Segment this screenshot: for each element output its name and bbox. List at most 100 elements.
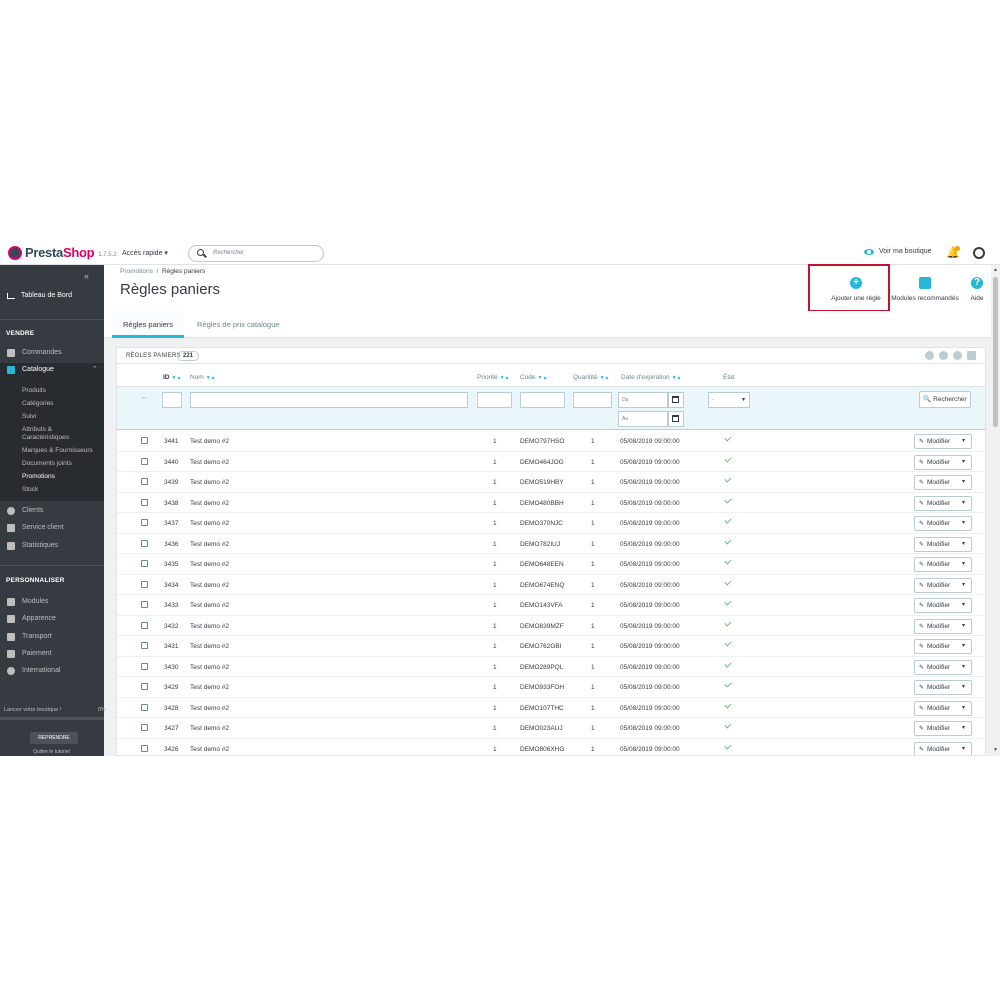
check-icon[interactable] [724, 659, 732, 668]
submenu-categories[interactable]: Catégories [22, 400, 53, 408]
check-icon[interactable] [724, 536, 732, 545]
row-checkbox[interactable] [141, 744, 148, 752]
edit-button[interactable]: ✎ Modifier ▾ [914, 680, 972, 695]
sql-query-icon[interactable] [953, 351, 962, 360]
view-shop-link[interactable]: Voir ma boutique [864, 248, 932, 255]
row-checkbox[interactable] [141, 498, 148, 506]
edit-button[interactable]: ✎ Modifier ▾ [914, 700, 972, 716]
table-row[interactable]: 3427 Test demo #2 1 DEMO023AUJ 1 05/08/2019 0… [117, 718, 985, 739]
table-row[interactable]: 3431 Test demo #2 1 DEMO762GBI 1 05/08/2019 0… [117, 636, 985, 657]
quit-tutorial-link[interactable]: Quitter le tutoriel [33, 749, 70, 755]
caret-down-icon[interactable]: ▾ [962, 499, 965, 506]
table-row[interactable]: 3429 Test demo #2 1 DEMO933FOH 1 05/08/2019 0… [117, 677, 985, 698]
table-row[interactable]: 3430 Test demo #2 1 DEMO289PQL 1 05/08/2019 0… [117, 657, 985, 677]
table-row[interactable]: 3437 Test demo #2 1 DEMO370NJC 1 05/08/2019 0… [117, 513, 985, 534]
filter-name-input[interactable] [190, 392, 468, 408]
sidebar-item-catalog[interactable]: Catalogue ⌃ [0, 363, 104, 377]
table-row[interactable]: 3436 Test demo #2 1 DEMO782IUJ 1 05/08/2019 0… [117, 534, 985, 554]
table-row[interactable]: 3439 Test demo #2 1 DEMO519HBY 1 05/08/2019 0… [117, 472, 985, 493]
filter-status-select[interactable]: - ▾ [708, 392, 750, 408]
table-row[interactable]: 3432 Test demo #2 1 DEMO839MZF 1 05/08/2019 0… [117, 616, 985, 636]
sidebar-item-orders[interactable]: Commandes [0, 346, 104, 360]
column-header-name[interactable]: Nom ▼▲ [190, 374, 216, 381]
table-row[interactable]: 3441 Test demo #2 1 DEMO797HSO 1 05/08/2019 0… [117, 431, 985, 452]
calendar-icon[interactable] [668, 411, 684, 427]
check-icon[interactable] [724, 577, 732, 586]
caret-down-icon[interactable]: ▾ [962, 663, 965, 670]
caret-down-icon[interactable]: ▾ [962, 601, 965, 608]
submenu-products[interactable]: Produits [22, 387, 46, 395]
submenu-attachments[interactable]: Documents joints [22, 460, 72, 468]
check-icon[interactable] [724, 598, 732, 606]
check-icon[interactable] [724, 434, 732, 442]
scrollbar-thumb[interactable] [993, 277, 998, 427]
check-icon[interactable] [724, 700, 732, 709]
breadcrumb-parent[interactable]: Promotions [120, 268, 153, 275]
caret-down-icon[interactable]: ▾ [962, 519, 965, 526]
edit-button[interactable]: ✎ Modifier ▾ [914, 475, 972, 490]
table-row[interactable]: 3433 Test demo #2 1 DEMO143VFA 1 05/08/2019 0… [117, 595, 985, 616]
sidebar-item-international[interactable]: International [0, 664, 104, 678]
check-icon[interactable] [724, 639, 732, 647]
caret-down-icon[interactable]: ▾ [962, 581, 965, 588]
table-row[interactable]: 3435 Test demo #2 1 DEMO648EEN 1 05/08/2019 0… [117, 554, 985, 575]
edit-button[interactable]: ✎ Modifier ▾ [914, 577, 972, 593]
caret-down-icon[interactable]: ▾ [962, 478, 965, 485]
caret-down-icon[interactable]: ▾ [962, 704, 965, 711]
edit-button[interactable]: ✎ Modifier ▾ [914, 639, 972, 654]
user-account-icon[interactable] [973, 247, 985, 259]
column-header-quantity[interactable]: Quantité ▼▲ [573, 374, 609, 381]
row-checkbox[interactable] [141, 437, 148, 444]
edit-button[interactable]: ✎ Modifier ▾ [914, 659, 972, 675]
sidebar-item-statistics[interactable]: Statistiques [0, 539, 104, 553]
row-checkbox[interactable] [141, 560, 148, 567]
collapse-sidebar-icon[interactable]: « [84, 271, 89, 281]
filter-priority-input[interactable] [477, 392, 512, 408]
edit-button[interactable]: ✎ Modifier ▾ [914, 434, 972, 449]
caret-down-icon[interactable]: ▾ [962, 622, 965, 629]
add-new-icon[interactable] [925, 351, 934, 360]
sidebar-item-transport[interactable]: Transport [0, 630, 104, 644]
table-row[interactable]: 3438 Test demo #2 1 DEMO480BBH 1 05/08/2019 0… [117, 493, 985, 513]
database-icon[interactable] [967, 351, 976, 360]
check-icon[interactable] [724, 495, 732, 504]
filter-date-from-input[interactable]: Du [618, 392, 668, 408]
row-checkbox[interactable] [141, 683, 148, 690]
edit-button[interactable]: ✎ Modifier ▾ [914, 618, 972, 634]
recommended-modules-button[interactable]: Modules recommandés [888, 277, 962, 302]
check-icon[interactable] [724, 741, 732, 750]
column-header-expiration[interactable]: Date d'expiration ▼▲ [621, 374, 681, 381]
submenu-promotions[interactable]: Promotions [22, 473, 55, 481]
edit-button[interactable]: ✎ Modifier ▾ [914, 741, 972, 755]
refresh-icon[interactable] [939, 351, 948, 360]
row-checkbox[interactable] [141, 662, 148, 670]
edit-button[interactable]: ✎ Modifier ▾ [914, 557, 972, 572]
sidebar-item-appearance[interactable]: Apparence [0, 612, 104, 626]
caret-down-icon[interactable]: ▾ [962, 540, 965, 547]
edit-button[interactable]: ✎ Modifier ▾ [914, 516, 972, 531]
table-row[interactable]: 3434 Test demo #2 1 DEMO674ENQ 1 05/08/2019 0… [117, 575, 985, 595]
table-row[interactable]: 3428 Test demo #2 1 DEMO107THC 1 05/08/2019 0… [117, 698, 985, 718]
table-row[interactable]: 3426 Test demo #2 1 DEMO806XHG 1 05/08/2019 0… [117, 739, 985, 755]
tab-cart-rules[interactable]: Règles paniers [112, 311, 184, 338]
row-checkbox[interactable] [141, 580, 148, 588]
column-header-id[interactable]: ID ▼▲ [163, 374, 181, 381]
edit-button[interactable]: ✎ Modifier ▾ [914, 598, 972, 613]
caret-down-icon[interactable]: ▾ [962, 560, 965, 567]
check-icon[interactable] [724, 454, 732, 463]
caret-down-icon[interactable]: ▾ [962, 683, 965, 690]
filter-date-to-input[interactable]: Au [618, 411, 668, 427]
help-button[interactable]: ? Aide [966, 277, 988, 302]
row-checkbox[interactable] [141, 519, 148, 526]
filter-id-input[interactable] [162, 392, 182, 408]
check-icon[interactable] [724, 557, 732, 565]
calendar-icon[interactable] [668, 392, 684, 408]
check-icon[interactable] [724, 618, 732, 627]
check-icon[interactable] [724, 680, 732, 688]
table-row[interactable]: 3440 Test demo #2 1 DEMO464JOG 1 05/08/2019 0… [117, 452, 985, 472]
row-checkbox[interactable] [141, 642, 148, 649]
resume-button[interactable]: REPRENDRE [30, 732, 78, 744]
check-icon[interactable] [724, 516, 732, 524]
submenu-stock[interactable]: Stock [22, 486, 38, 494]
row-checkbox[interactable] [141, 621, 148, 629]
